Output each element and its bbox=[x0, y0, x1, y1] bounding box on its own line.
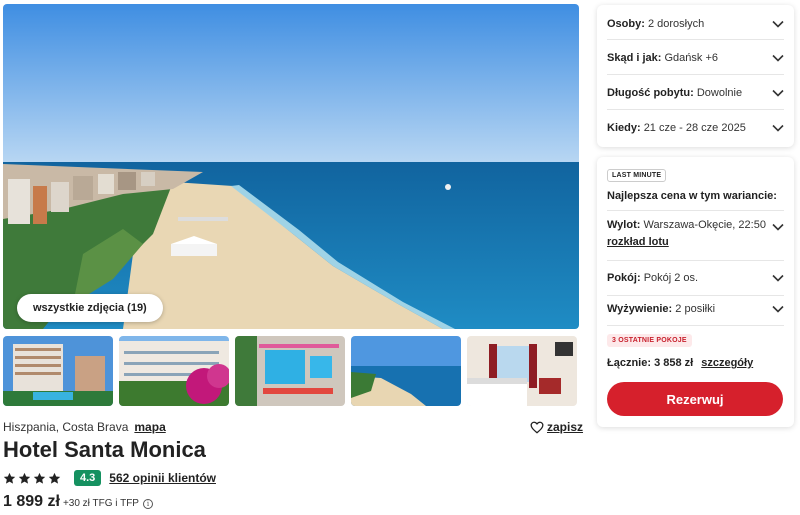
chevron-down-icon bbox=[772, 89, 784, 97]
book-button[interactable]: Rezerwuj bbox=[607, 382, 783, 416]
departure-label: Skąd i jak: bbox=[607, 52, 662, 64]
travelers-selector[interactable]: Osoby: 2 dorosłych bbox=[607, 15, 784, 33]
dates-selector[interactable]: Kiedy: 21 cze - 28 cze 2025 bbox=[607, 119, 784, 137]
travelers-value: 2 dorosłych bbox=[647, 18, 705, 30]
hotel-name: Hotel Santa Monica bbox=[3, 437, 206, 462]
room-value: Pokój 2 os. bbox=[643, 272, 699, 284]
total-label: Łącznie: 3 858 zł bbox=[607, 357, 694, 369]
duration-value: Dowolnie bbox=[696, 87, 743, 99]
last-minute-badge: LAST MINUTE bbox=[607, 169, 667, 182]
details-link[interactable]: szczegóły bbox=[701, 357, 753, 369]
score-badge: 4.3 bbox=[74, 470, 102, 486]
departure-value: Gdańsk +6 bbox=[664, 52, 718, 64]
chevron-down-icon bbox=[772, 223, 784, 231]
room-label: Pokój: bbox=[607, 272, 641, 284]
chevron-down-icon bbox=[772, 54, 784, 62]
beach-photo bbox=[3, 4, 579, 329]
thumbnail-hotel-exterior[interactable] bbox=[3, 336, 113, 406]
chevron-down-icon bbox=[772, 274, 784, 282]
thumbnail-beach[interactable] bbox=[351, 336, 461, 406]
board-label: Wyżywienie: bbox=[607, 303, 673, 315]
chevron-down-icon bbox=[772, 305, 784, 313]
board-selector[interactable]: Wyżywienie: 2 posiłki bbox=[607, 300, 784, 318]
save-label: zapisz bbox=[547, 420, 584, 434]
price-row: 1 899 zł +30 zł TFG i TFP i bbox=[3, 493, 153, 511]
room-selector[interactable]: Pokój: Pokój 2 os. bbox=[607, 269, 784, 287]
dates-value: 21 cze - 28 cze 2025 bbox=[643, 122, 746, 134]
star-icon bbox=[33, 472, 46, 484]
heart-icon bbox=[530, 421, 544, 433]
location-text: Hiszpania, Costa Brava bbox=[3, 420, 129, 434]
save-button[interactable]: zapisz bbox=[530, 420, 583, 434]
price-extra: +30 zł TFG i TFP bbox=[62, 498, 139, 509]
hotel-stars bbox=[3, 472, 61, 485]
thumbnail-room[interactable] bbox=[467, 336, 577, 406]
flight-selector[interactable]: Wylot: Warszawa-Okęcie, 22:50 rozkład lo… bbox=[607, 219, 784, 255]
star-icon bbox=[3, 472, 16, 484]
flight-label: Wylot: bbox=[607, 219, 641, 231]
best-price-label: Najlepsza cena w tym wariancie: bbox=[607, 190, 777, 202]
chevron-down-icon bbox=[772, 124, 784, 132]
star-icon bbox=[48, 472, 61, 484]
thumbnail-strip bbox=[3, 336, 579, 406]
flight-schedule-link[interactable]: rozkład lotu bbox=[607, 236, 766, 248]
total-price: Łącznie: 3 858 zł szczegóły bbox=[607, 357, 753, 369]
main-photo[interactable]: wszystkie zdjęcia (19) bbox=[3, 4, 579, 329]
rating-row: 4.3 562 opinii klientów bbox=[3, 469, 216, 487]
last-rooms-badge: 3 OSTATNIE POKOJE bbox=[607, 334, 692, 347]
info-icon[interactable]: i bbox=[142, 499, 153, 509]
map-link[interactable]: mapa bbox=[134, 420, 165, 434]
location: Hiszpania, Costa Brava mapa bbox=[3, 420, 166, 434]
star-icon bbox=[18, 472, 31, 484]
chevron-down-icon bbox=[772, 20, 784, 28]
duration-label: Długość pobytu: bbox=[607, 87, 694, 99]
thumbnail-pool[interactable] bbox=[235, 336, 345, 406]
departure-selector[interactable]: Skąd i jak: Gdańsk +6 bbox=[607, 49, 784, 67]
thumbnail-balconies[interactable] bbox=[119, 336, 229, 406]
travelers-label: Osoby: bbox=[607, 18, 645, 30]
price: 1 899 zł bbox=[3, 493, 60, 510]
duration-selector[interactable]: Długość pobytu: Dowolnie bbox=[607, 84, 784, 102]
offer-card: LAST MINUTE Najlepsza cena w tym warianc… bbox=[597, 157, 794, 427]
board-value: 2 posiłki bbox=[675, 303, 716, 315]
flight-value: Warszawa-Okęcie, 22:50 bbox=[643, 219, 766, 231]
search-card: Osoby: 2 dorosłych Skąd i jak: Gdańsk +6… bbox=[597, 5, 794, 147]
dates-label: Kiedy: bbox=[607, 122, 641, 134]
reviews-link[interactable]: 562 opinii klientów bbox=[109, 471, 216, 485]
all-photos-button[interactable]: wszystkie zdjęcia (19) bbox=[17, 294, 163, 322]
